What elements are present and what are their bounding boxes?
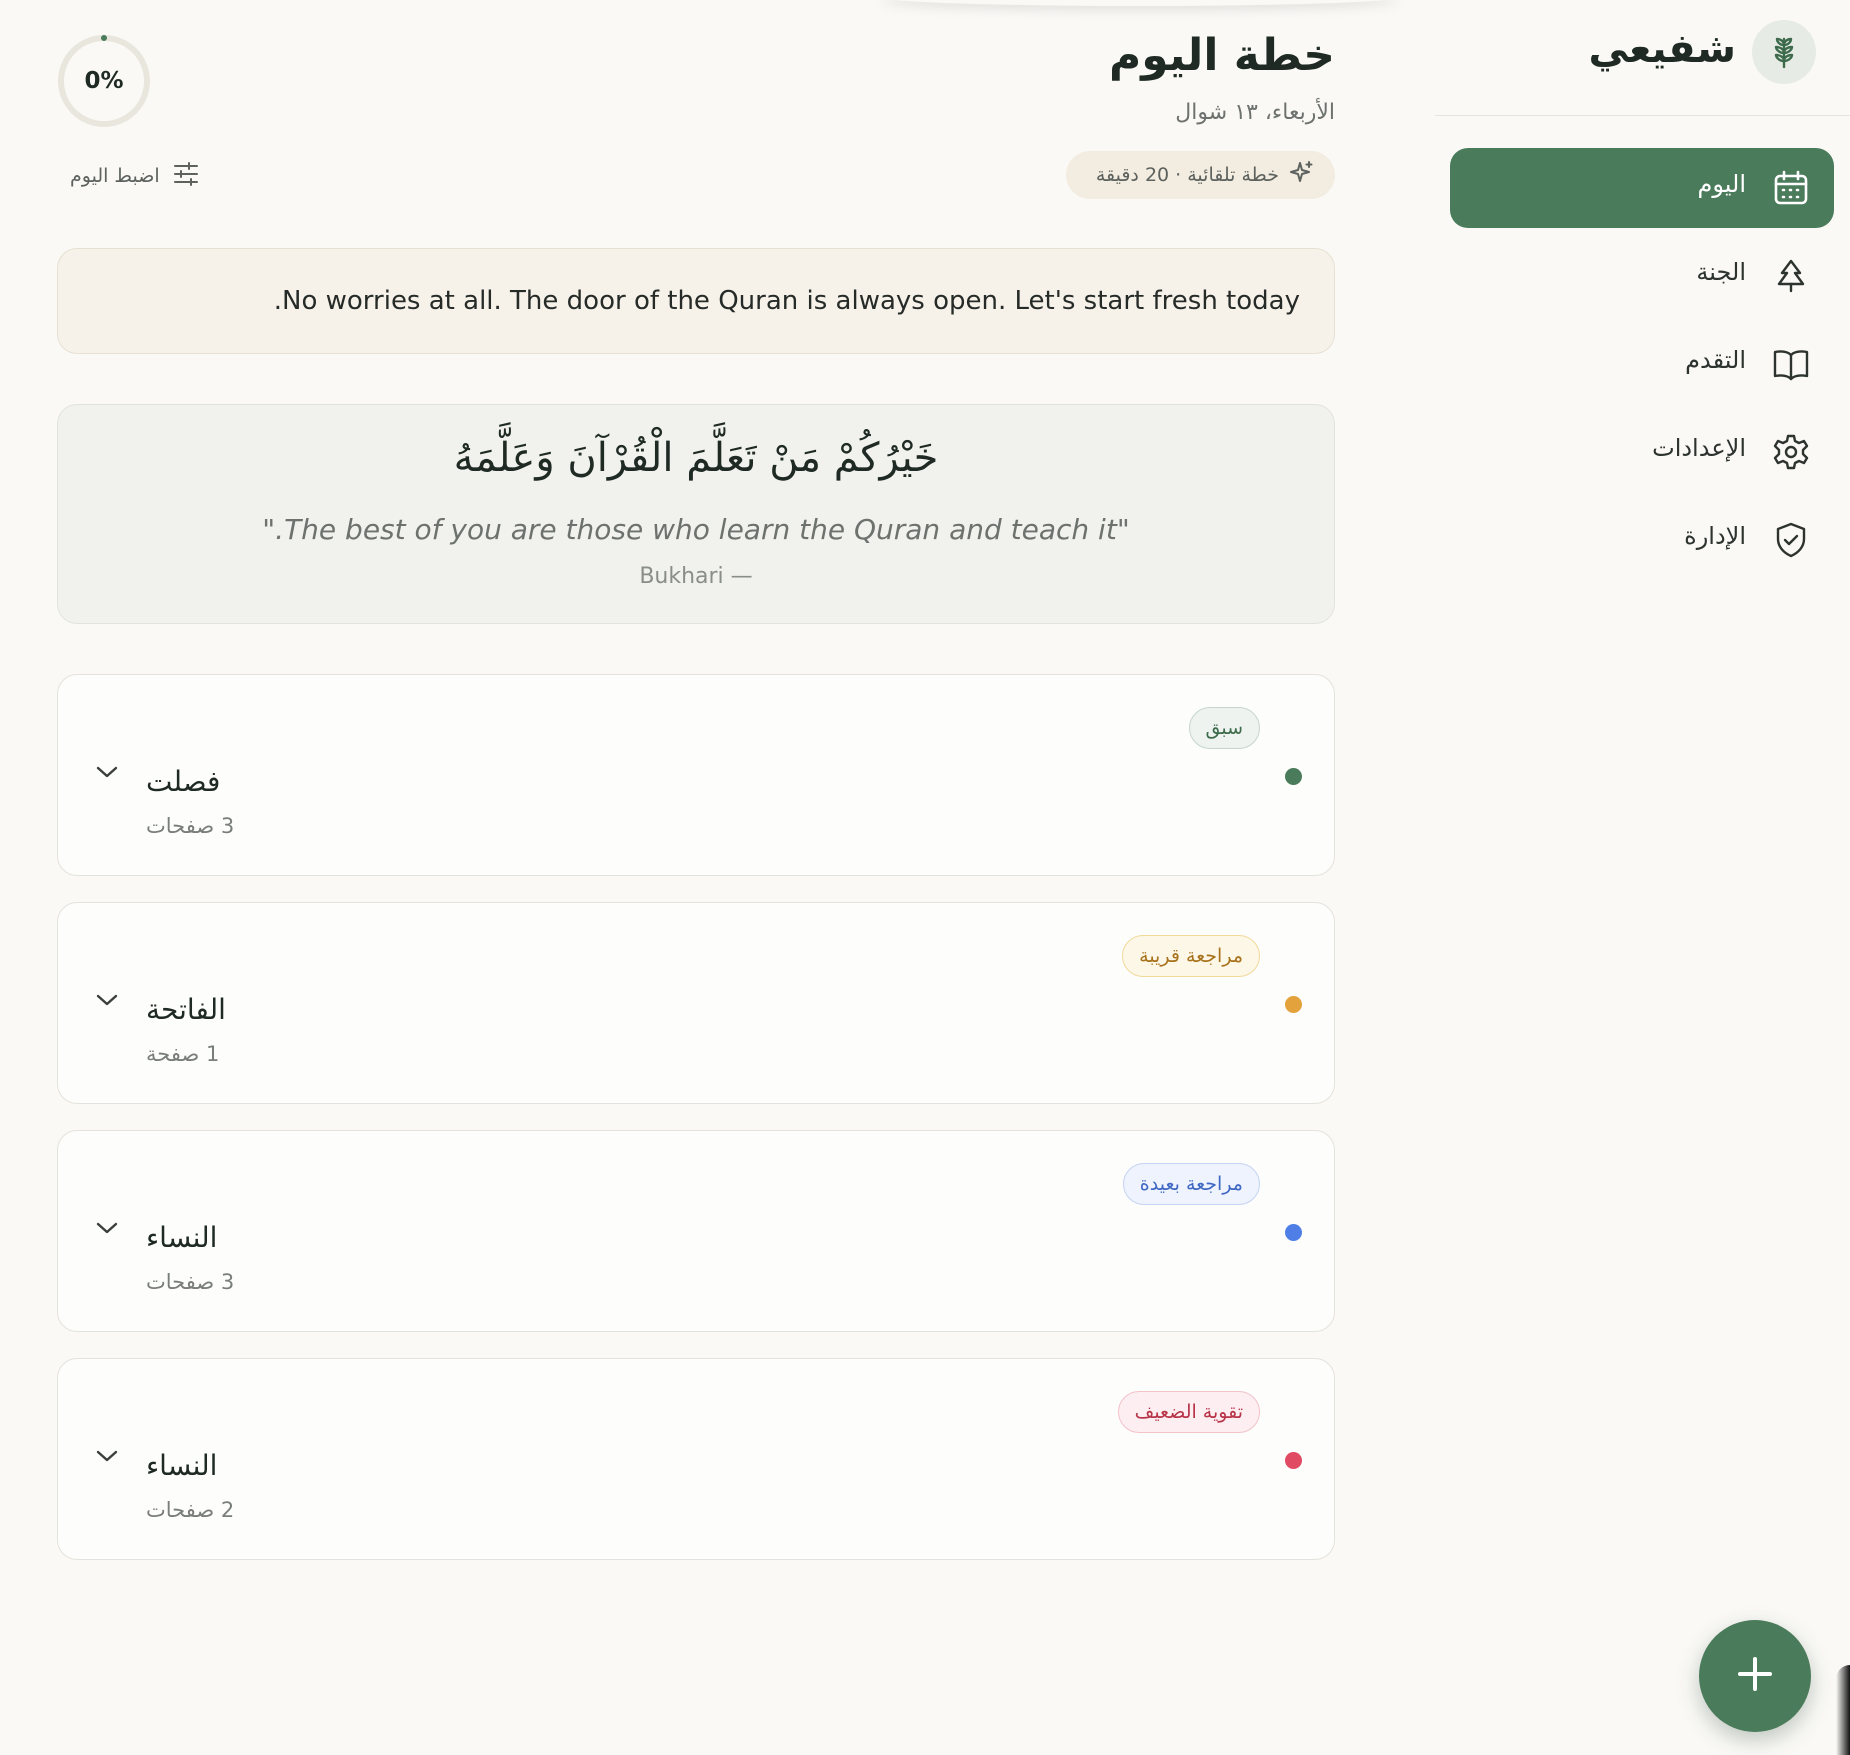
brand-header: شفيعي: [1435, 0, 1850, 116]
task-pages: 1 صفحة: [146, 1042, 220, 1066]
task-surah: النساء: [146, 1449, 218, 1482]
shield-check-icon: [1772, 521, 1810, 559]
notice-text: .No worries at all. The door of the Qura…: [273, 286, 1300, 316]
task-status-dot: [1285, 768, 1302, 785]
plan-chip-label: خطة تلقائية · 20 دقيقة: [1095, 164, 1279, 186]
sidebar-item-paradise[interactable]: الجنة: [1450, 236, 1834, 316]
sidebar-item-label: الإعدادات: [1652, 434, 1746, 462]
top-shadow: [880, 0, 1400, 6]
sidebar-item-label: اليوم: [1697, 170, 1746, 198]
adjust-day-button[interactable]: اضبط اليوم: [70, 158, 200, 194]
tree-icon: [1772, 257, 1810, 295]
task-pages: 3 صفحات: [146, 1270, 235, 1294]
sidebar-item-today[interactable]: اليوم: [1450, 148, 1834, 228]
chevron-down-icon[interactable]: [94, 1219, 120, 1237]
task-type-badge: مراجعة بعيدة: [1122, 1163, 1260, 1205]
chevron-down-icon[interactable]: [94, 991, 120, 1009]
hadith-quote-card: خَيْرُكُمْ مَنْ تَعَلَّمَ الْقُرْآنَ وَع…: [57, 404, 1335, 624]
task-surah: النساء: [146, 1221, 218, 1254]
task-type-badge: تقوية الضعيف: [1117, 1391, 1260, 1433]
progress-percent: 0%: [84, 68, 124, 94]
encouragement-notice: .No worries at all. The door of the Qura…: [57, 248, 1335, 354]
task-type-badge: مراجعة قريبة: [1122, 935, 1260, 977]
task-pages: 3 صفحات: [146, 814, 235, 838]
chevron-down-icon[interactable]: [94, 763, 120, 781]
adjust-day-label: اضبط اليوم: [70, 165, 160, 187]
sidebar-item-settings[interactable]: الإعدادات: [1450, 412, 1834, 492]
page-date: الأربعاء، ١٣ شوال: [1175, 100, 1335, 125]
plus-icon: [1735, 1654, 1775, 1698]
task-pages: 2 صفحات: [146, 1498, 235, 1522]
task-surah: الفاتحة: [146, 993, 226, 1026]
task-card[interactable]: تقوية الضعيف النساء 2 صفحات: [57, 1358, 1335, 1560]
chevron-down-icon[interactable]: [94, 1447, 120, 1465]
sidebar-item-progress[interactable]: التقدم: [1450, 324, 1834, 404]
task-surah: فصلت: [146, 765, 221, 798]
sliders-icon: [172, 160, 200, 192]
sidebar: شفيعي اليوم الجنة التقدم الإعدادات الإدا…: [1435, 0, 1850, 1755]
app-root: شفيعي اليوم الجنة التقدم الإعدادات الإدا…: [0, 0, 1850, 1755]
page-title: خطة اليوم: [1109, 30, 1335, 81]
sidebar-item-label: الجنة: [1696, 258, 1746, 286]
quote-translation: ".The best of you are those who learn th…: [262, 513, 1130, 546]
daily-progress-ring: 0%: [56, 33, 152, 129]
sidebar-item-label: التقدم: [1685, 346, 1746, 374]
leaf-icon: [1752, 20, 1816, 84]
add-button[interactable]: [1699, 1620, 1811, 1732]
task-status-dot: [1285, 1224, 1302, 1241]
task-card[interactable]: مراجعة بعيدة النساء 3 صفحات: [57, 1130, 1335, 1332]
sparkle-icon: [1289, 160, 1315, 190]
sidebar-item-admin[interactable]: الإدارة: [1450, 500, 1834, 580]
brand-name: شفيعي: [1588, 26, 1737, 72]
task-card[interactable]: مراجعة قريبة الفاتحة 1 صفحة: [57, 902, 1335, 1104]
calendar-icon: [1772, 169, 1810, 207]
task-status-dot: [1285, 996, 1302, 1013]
task-card[interactable]: سبق فصلت 3 صفحات: [57, 674, 1335, 876]
gear-icon: [1772, 433, 1810, 471]
task-status-dot: [1285, 1452, 1302, 1469]
sidebar-nav: اليوم الجنة التقدم الإعدادات الإدارة: [1450, 148, 1834, 588]
window-corner-shadow: [1836, 1665, 1850, 1755]
sidebar-item-label: الإدارة: [1684, 522, 1746, 550]
auto-plan-chip[interactable]: خطة تلقائية · 20 دقيقة: [1066, 151, 1335, 199]
quote-source: Bukhari —: [639, 564, 753, 589]
book-open-icon: [1772, 345, 1810, 383]
task-type-badge: سبق: [1188, 707, 1260, 749]
quote-arabic: خَيْرُكُمْ مَنْ تَعَلَّمَ الْقُرْآنَ وَع…: [453, 435, 939, 481]
